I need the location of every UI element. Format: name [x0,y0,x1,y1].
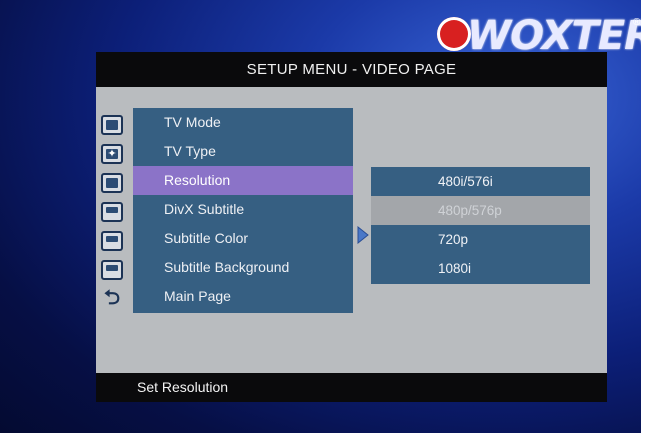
setup-menu: SETUP MENU - VIDEO PAGE ✦ ⮌ TV Mode TV T… [96,52,607,402]
menu-item-label: Subtitle Color [164,230,249,246]
menu-item-label: DivX Subtitle [164,201,245,217]
option-label: 480p/576p [438,203,502,218]
option-1080i[interactable]: 1080i [371,254,590,283]
menu-item-label: Subtitle Background [164,259,290,275]
resolution-options-list: 480i/576i 480p/576p 720p 1080i [371,167,590,284]
subtitle-background-icon [101,260,123,280]
subtitle-icon [101,202,123,222]
submenu-arrow-icon [357,226,369,244]
option-label: 720p [438,232,469,247]
tv-screen: WOXTER ® SETUP MENU - VIDEO PAGE ✦ ⮌ TV … [0,0,649,441]
menu-item-subtitle-color[interactable]: Subtitle Color [133,224,353,253]
menu-item-tv-type[interactable]: TV Type [133,137,353,166]
menu-item-list: TV Mode TV Type Resolution DivX Subtitle… [133,108,353,313]
menu-item-label: Main Page [164,288,231,304]
menu-item-label: TV Mode [164,114,221,130]
menu-item-label: Resolution [164,172,231,188]
registered-mark: ® [633,17,641,28]
option-label: 1080i [438,261,472,276]
monitor-icon [101,115,123,135]
logo-badge-icon [437,17,471,51]
option-720p[interactable]: 720p [371,225,590,254]
tv-type-icon: ✦ [101,144,123,164]
option-480i-576i[interactable]: 480i/576i [371,167,590,196]
menu-item-tv-mode[interactable]: TV Mode [133,108,353,137]
menu-title: SETUP MENU - VIDEO PAGE [96,52,607,87]
option-label: 480i/576i [438,174,493,189]
menu-item-resolution[interactable]: Resolution [133,166,353,195]
frame-border-right [641,0,649,441]
back-arrow-icon: ⮌ [103,287,121,309]
menu-item-subtitle-background[interactable]: Subtitle Background [133,253,353,282]
menu-item-divx-subtitle[interactable]: DivX Subtitle [133,195,353,224]
menu-footer-hint: Set Resolution [96,373,607,402]
frame-border-bottom [0,433,649,441]
menu-item-main-page[interactable]: Main Page [133,282,353,311]
screen-icon [101,173,123,193]
menu-item-label: TV Type [164,143,216,159]
option-480p-576p[interactable]: 480p/576p [371,196,590,225]
subtitle-color-icon [101,231,123,251]
